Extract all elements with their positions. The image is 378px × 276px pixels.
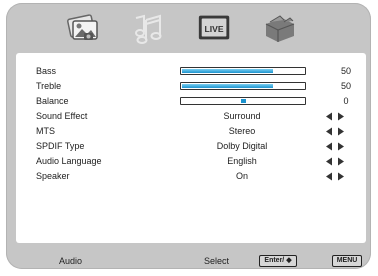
tab-picture[interactable]	[64, 11, 102, 45]
picture-icon	[67, 14, 98, 40]
setting-value: On	[235, 171, 248, 181]
setting-value: 0	[343, 96, 349, 106]
setting-row-speaker[interactable]: Speaker On	[16, 169, 366, 183]
footer-bar: Audio Select Enter/ ◆ MENU	[6, 253, 371, 269]
tab-setup[interactable]	[260, 11, 298, 45]
setting-value: Stereo	[228, 126, 256, 136]
setting-label: Speaker	[36, 171, 70, 181]
left-right-arrows-icon[interactable]	[325, 142, 345, 151]
music-note-icon	[135, 14, 162, 44]
tab-bar: LIVE	[6, 3, 371, 49]
osd-frame: LIVE Bass 50 Treble 50 Balance 0 Sound E…	[6, 3, 371, 269]
slider-fill	[182, 69, 273, 73]
setting-row-mts[interactable]: MTS Stereo	[16, 124, 366, 138]
setting-row-bass[interactable]: Bass 50	[16, 64, 366, 78]
setting-label: Treble	[36, 81, 62, 91]
live-label: LIVE	[205, 24, 224, 34]
audio-settings-panel: Bass 50 Treble 50 Balance 0 Sound Effect…	[16, 53, 366, 243]
setting-label: MTS	[36, 126, 55, 136]
menu-key-button[interactable]: MENU	[332, 255, 362, 267]
left-right-arrows-icon[interactable]	[325, 127, 345, 136]
setting-row-treble[interactable]: Treble 50	[16, 79, 366, 93]
tab-live[interactable]: LIVE	[196, 11, 234, 45]
live-tv-icon: LIVE	[198, 15, 230, 40]
bass-slider[interactable]	[180, 67, 306, 75]
balance-slider[interactable]	[180, 97, 306, 105]
setting-label: SPDIF Type	[36, 141, 85, 151]
tab-audio[interactable]	[128, 11, 166, 45]
setting-label: Balance	[36, 96, 69, 106]
balance-marker	[240, 99, 246, 103]
enter-key-button[interactable]: Enter/ ◆	[259, 255, 297, 267]
setting-label: Sound Effect	[36, 111, 88, 121]
setting-value: 50	[340, 66, 351, 76]
slider-fill	[182, 84, 273, 88]
left-right-arrows-icon[interactable]	[325, 157, 345, 166]
menu-name: Audio	[59, 256, 83, 266]
left-right-arrows-icon[interactable]	[325, 112, 345, 121]
setting-value: Surround	[223, 111, 261, 121]
setting-row-audio-language[interactable]: Audio Language English	[16, 154, 366, 168]
left-right-arrows-icon[interactable]	[325, 172, 345, 181]
setting-label: Audio Language	[36, 156, 102, 166]
setting-value: 50	[340, 81, 351, 91]
toolbox-icon	[265, 15, 295, 42]
setting-row-spdif-type[interactable]: SPDIF Type Dolby Digital	[16, 139, 366, 153]
setting-row-sound-effect[interactable]: Sound Effect Surround	[16, 109, 366, 123]
setting-value: Dolby Digital	[216, 141, 268, 151]
setting-label: Bass	[36, 66, 57, 76]
select-hint: Select	[204, 256, 230, 266]
setting-row-balance[interactable]: Balance 0	[16, 94, 366, 108]
treble-slider[interactable]	[180, 82, 306, 90]
setting-value: English	[227, 156, 257, 166]
